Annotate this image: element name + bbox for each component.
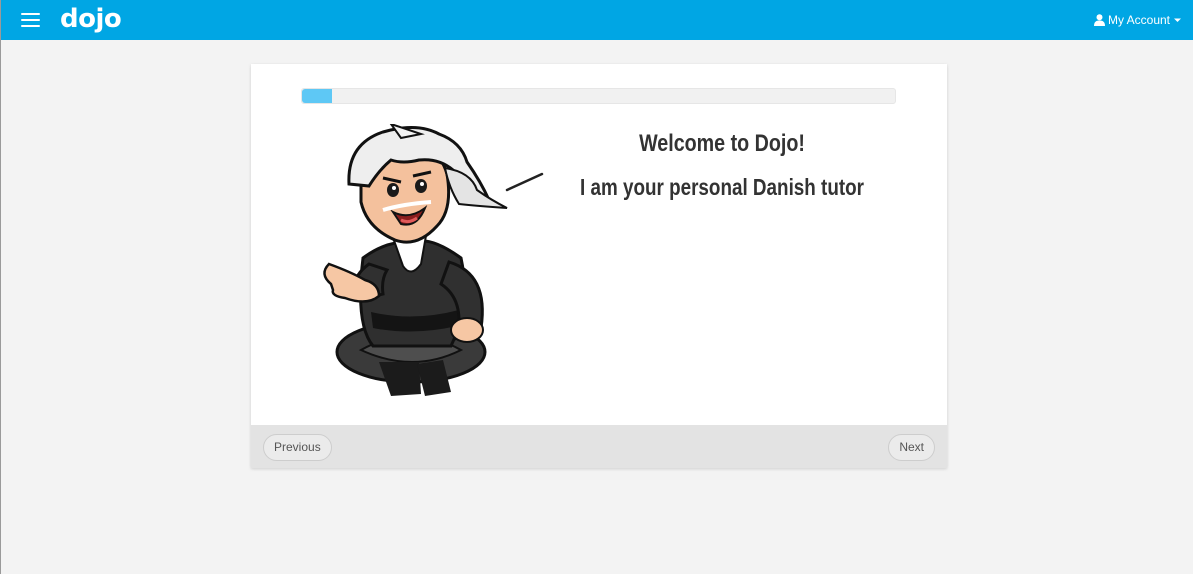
welcome-heading: Welcome to Dojo!: [639, 130, 805, 157]
tutor-subheading: I am your personal Danish tutor: [579, 174, 865, 200]
lesson-progress-bar: [301, 88, 896, 104]
user-icon: [1093, 14, 1105, 26]
next-button[interactable]: Next: [888, 434, 935, 461]
top-navbar: dojo My Account: [1, 0, 1193, 40]
sensei-mascot-illustration: [323, 124, 544, 396]
lesson-card: Welcome to Dojo! I am your personal Dani…: [251, 64, 947, 468]
my-account-label: My Account: [1107, 13, 1170, 27]
brand-logo[interactable]: dojo: [60, 2, 122, 36]
caret-down-icon: [1174, 18, 1181, 22]
previous-button[interactable]: Previous: [263, 434, 332, 461]
lesson-progress-fill: [302, 89, 332, 103]
my-account-menu[interactable]: My Account: [1093, 12, 1182, 28]
lesson-footer: Previous Next: [251, 425, 947, 468]
hamburger-menu-icon[interactable]: [21, 12, 41, 28]
